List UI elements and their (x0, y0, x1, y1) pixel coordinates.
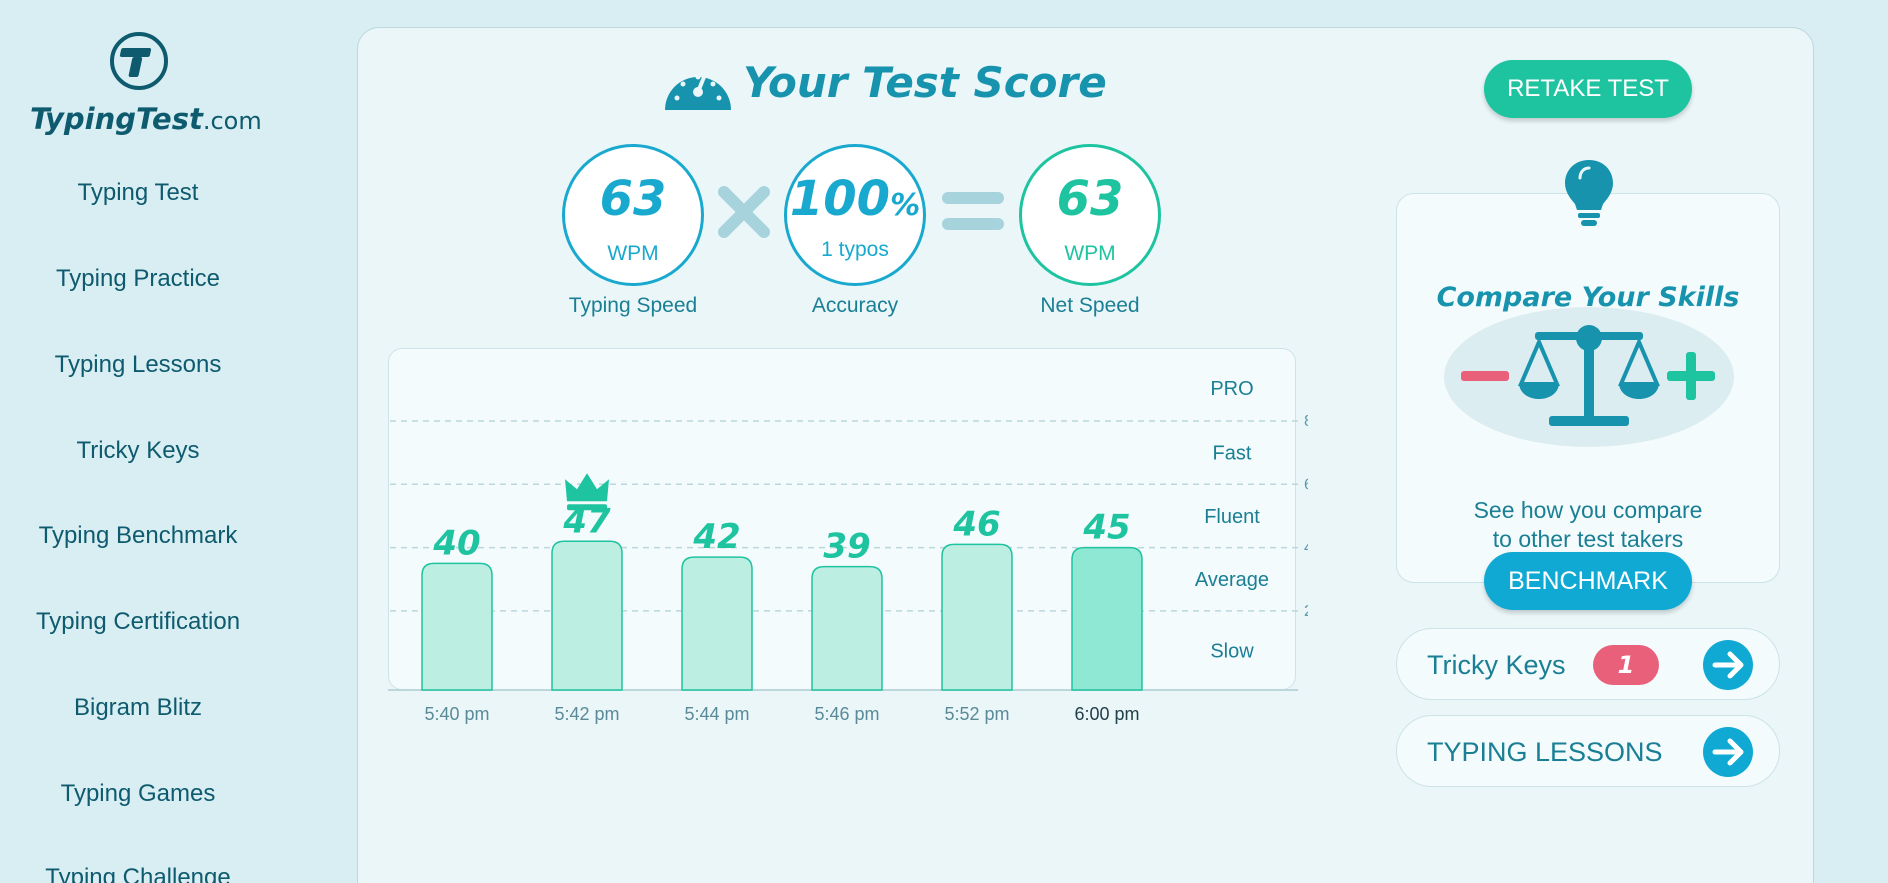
minus-icon (1461, 371, 1509, 381)
speed-band-label: Slow (1210, 640, 1254, 662)
tricky-keys-label: Tricky Keys (1427, 650, 1566, 680)
chart-bar (421, 562, 493, 691)
logo-wordmark: TypingTest.com (30, 102, 262, 136)
site-logo[interactable]: TypingTest.com (30, 32, 262, 142)
sidebar-item-typing-lessons[interactable]: Typing Lessons (0, 351, 276, 379)
compare-skills-panel: Compare Your Skills See how you compare … (1396, 160, 1780, 583)
x-tick-label: 5:42 pm (554, 704, 619, 724)
arrow-right-icon[interactable] (1703, 640, 1753, 690)
benchmark-button[interactable]: BENCHMARK (1484, 552, 1692, 610)
chart-bar (551, 540, 623, 691)
sidebar: TypingTest.com Typing Test Typing Practi… (0, 0, 276, 883)
threshold-tick-label: 25 (1304, 603, 1308, 620)
sidebar-item-typing-challenge[interactable]: Typing Challenge (0, 864, 276, 883)
results-card: Your Test Score RETAKE TEST 63 WPM Typin… (357, 27, 1814, 883)
speed-band-label: Fluent (1204, 506, 1260, 528)
speed-band-label: Average (1195, 569, 1269, 591)
bar-value-label: 39 (823, 527, 870, 567)
sidebar-item-typing-test[interactable]: Typing Test (0, 179, 276, 207)
sidebar-item-typing-games[interactable]: Typing Games (0, 780, 276, 808)
chart-bar (941, 543, 1013, 691)
x-tick-label: 5:44 pm (684, 704, 749, 724)
bar-value-label: 42 (692, 517, 740, 557)
crown-icon (565, 473, 609, 502)
crown-base (567, 504, 607, 511)
x-tick-label: 5:52 pm (944, 704, 1009, 724)
speed-band-label: Fast (1213, 443, 1252, 465)
arrow-right-icon[interactable] (1703, 727, 1753, 777)
logo-t-icon (110, 32, 168, 90)
chart-bar (681, 556, 753, 691)
chart-bar (1071, 546, 1143, 691)
tricky-keys-link[interactable]: Tricky Keys 1 (1396, 628, 1780, 700)
x-tick-label: 5:46 pm (814, 704, 879, 724)
sidebar-item-typing-certification[interactable]: Typing Certification (0, 608, 276, 636)
lightbulb-icon (1565, 160, 1613, 226)
x-tick-label: 5:40 pm (424, 704, 489, 724)
compare-description: See how you compare to other test takers (1473, 497, 1703, 552)
balance-scale-icon (1444, 307, 1734, 447)
chart-bar (811, 565, 883, 691)
threshold-tick-label: 85 (1304, 413, 1308, 430)
sidebar-item-tricky-keys[interactable]: Tricky Keys (0, 437, 276, 465)
retake-test-button[interactable]: RETAKE TEST (1484, 60, 1692, 118)
bar-value-label: 46 (952, 504, 1000, 544)
bar-value-label: 45 (1082, 508, 1130, 548)
sidebar-item-typing-benchmark[interactable]: Typing Benchmark (0, 522, 276, 550)
typing-lessons-label: TYPING LESSONS (1427, 737, 1663, 767)
tricky-keys-count-badge: 1 (1593, 645, 1659, 685)
threshold-tick-label: 65 (1304, 476, 1308, 493)
typing-lessons-link[interactable]: TYPING LESSONS (1396, 715, 1780, 787)
bar-value-label: 40 (432, 523, 480, 563)
sidebar-item-bigram-blitz[interactable]: Bigram Blitz (0, 694, 276, 722)
x-tick-label: 6:00 pm (1074, 704, 1139, 724)
history-chart-svg: 85 65 45 25 PRO Fast Fluent Average Slow 40 5:40 p… (388, 378, 1308, 724)
speed-band-label: PRO (1210, 378, 1253, 400)
threshold-tick-label: 45 (1304, 540, 1308, 557)
sidebar-item-typing-practice[interactable]: Typing Practice (0, 265, 276, 293)
